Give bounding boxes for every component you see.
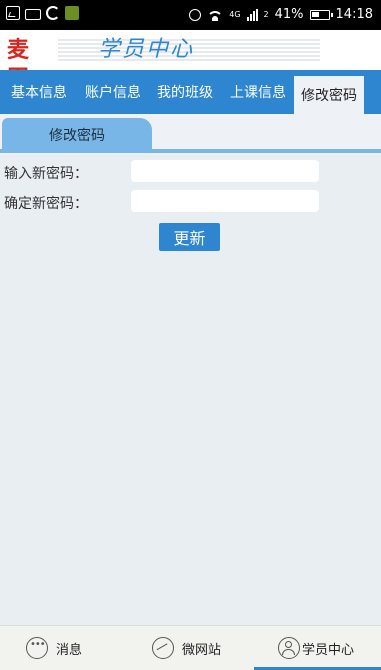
tab-basic-info[interactable]: 基本信息 xyxy=(0,70,78,114)
tab-my-class[interactable]: 我的班级 xyxy=(148,70,222,114)
page-title: 学员中心 xyxy=(98,37,195,62)
signal-icon xyxy=(246,8,258,21)
section-tab-change-password[interactable]: 修改密码 xyxy=(2,118,152,151)
battery-icon xyxy=(309,9,333,20)
status-left-icons xyxy=(6,6,79,20)
sync-icon xyxy=(46,6,60,20)
wifi-icon xyxy=(207,9,224,21)
logo: 麦田 xyxy=(7,37,30,91)
battery-percent: 41% xyxy=(274,7,304,22)
confirm-password-input[interactable] xyxy=(131,190,319,212)
status-right: 4G 2 41% 14:18 xyxy=(189,7,373,22)
tab-change-password[interactable]: 修改密码 xyxy=(294,76,364,114)
website-icon xyxy=(152,637,174,659)
network-label: 4G xyxy=(229,9,241,19)
update-button[interactable]: 更新 xyxy=(159,223,220,251)
confirm-password-row: 确定新密码： xyxy=(0,190,381,214)
user-icon xyxy=(278,637,300,659)
network-label-2: 2 xyxy=(263,9,269,19)
bottom-nav-label: 学员中心 xyxy=(302,642,355,658)
new-password-label: 输入新密码： xyxy=(4,166,88,182)
bottom-nav-label: 微网站 xyxy=(182,642,222,658)
bottom-nav-website[interactable]: 微网站 xyxy=(152,633,221,663)
bottom-nav-student-center[interactable]: 学员中心 xyxy=(278,633,354,663)
confirm-password-label: 确定新密码： xyxy=(4,196,88,212)
keyboard-icon xyxy=(25,8,41,20)
bottom-nav: 消息 微网站 学员中心 xyxy=(0,625,381,670)
new-password-row: 输入新密码： xyxy=(0,160,381,184)
app-icon xyxy=(65,6,79,20)
status-bar: 4G 2 41% 14:18 xyxy=(0,0,381,30)
message-icon xyxy=(26,637,48,659)
bottom-nav-label: 消息 xyxy=(56,642,83,658)
tab-class-info[interactable]: 上课信息 xyxy=(222,70,294,114)
tab-account-info[interactable]: 账户信息 xyxy=(78,70,148,114)
new-password-input[interactable] xyxy=(131,160,319,182)
nav-tabs: 基本信息 账户信息 我的班级 上课信息 修改密码 xyxy=(0,70,381,114)
bottom-nav-messages[interactable]: 消息 xyxy=(26,633,82,663)
gallery-icon xyxy=(6,6,20,20)
app-header: 麦田 学员中心 xyxy=(0,30,381,91)
clock: 14:18 xyxy=(335,7,373,22)
section-divider xyxy=(0,149,381,153)
alarm-icon xyxy=(189,8,202,21)
